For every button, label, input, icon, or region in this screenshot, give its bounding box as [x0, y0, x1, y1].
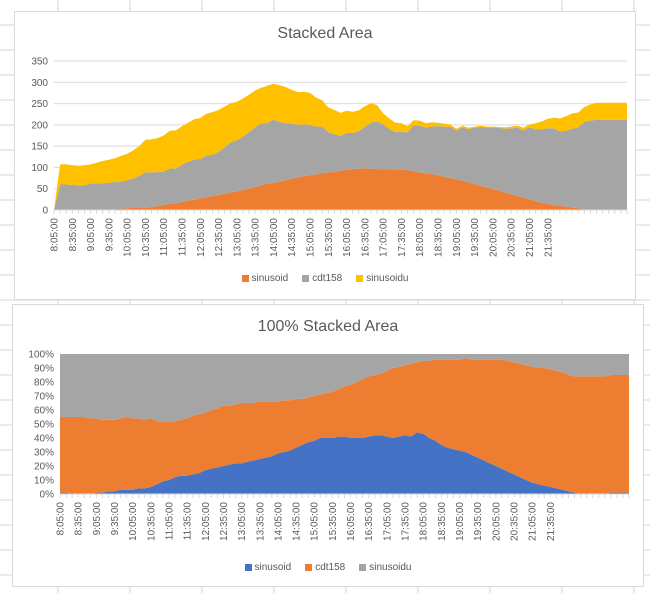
y-tick-label: 80% — [34, 378, 54, 389]
x-tick-label: 21:05:00 — [525, 218, 536, 257]
x-tick-label: 12:05:00 — [201, 502, 212, 541]
y-tick-label: 150 — [31, 142, 48, 153]
y-tick-label: 100% — [28, 350, 54, 361]
legend-swatch — [305, 564, 313, 571]
x-tick-label: 14:35:00 — [292, 502, 303, 541]
legend-item-cdt158: cdt158 — [302, 273, 342, 284]
y-tick-label: 50 — [37, 184, 49, 195]
x-tick-label: 21:35:00 — [543, 218, 554, 257]
x-tick-label: 8:35:00 — [68, 218, 79, 252]
legend-label: sinusoid — [254, 562, 292, 573]
y-tick-label: 30% — [34, 448, 54, 459]
legend-item-sinusoidu: sinusoidu — [359, 562, 412, 573]
x-tick-label: 20:35:00 — [510, 502, 521, 541]
x-tick-label: 19:05:00 — [455, 502, 466, 541]
legend-swatch — [356, 275, 364, 282]
x-tick-label: 9:05:00 — [92, 502, 103, 536]
legend-item-sinusoidu: sinusoidu — [356, 273, 409, 284]
legend-label: sinusoidu — [366, 273, 409, 284]
x-tick-label: 9:35:00 — [110, 502, 121, 536]
y-tick-label: 40% — [34, 434, 54, 445]
y-tick-label: 300 — [31, 78, 48, 89]
x-tick-label: 17:35:00 — [397, 218, 408, 257]
x-tick-label: 11:05:00 — [165, 502, 176, 541]
x-tick-label: 19:35:00 — [470, 218, 481, 257]
y-tick-label: 100 — [31, 163, 48, 174]
legend-label: sinusoid — [251, 273, 289, 284]
x-tick-label: 18:05:00 — [415, 218, 426, 257]
x-tick-label: 13:05:00 — [232, 218, 243, 257]
x-tick-label: 9:05:00 — [86, 218, 97, 252]
y-tick-label: 250 — [31, 99, 48, 110]
x-tick-label: 14:05:00 — [269, 218, 280, 257]
legend-swatch — [241, 275, 249, 282]
percent-stacked-area-chart[interactable]: 100% Stacked Area 0% 10% 20% 30% 40% 50% 60% 70… — [12, 304, 644, 587]
x-tick-label: 8:05:00 — [56, 502, 67, 536]
x-tick-label: 8:35:00 — [74, 502, 85, 536]
x-tick-label: 14:35:00 — [287, 218, 298, 257]
legend-label: sinusoidu — [369, 562, 412, 573]
y-tick-label: 60% — [34, 406, 54, 417]
x-tick-label: 20:05:00 — [488, 218, 499, 257]
x-tick-label: 12:35:00 — [214, 218, 225, 257]
legend-item-sinusoid: sinusoid — [244, 562, 292, 573]
x-tick-label: 11:35:00 — [183, 502, 194, 541]
y-tick-label: 90% — [34, 364, 54, 375]
x-tick-label: 9:35:00 — [104, 218, 115, 252]
x-tick-label: 16:05:00 — [342, 218, 353, 257]
x-tick-label: 21:35:00 — [546, 502, 557, 541]
x-tick-label: 10:05:00 — [128, 502, 139, 541]
x-tick-label: 18:35:00 — [437, 502, 448, 541]
percent-stacked-area-plot: 0% 10% 20% 30% 40% 50% 60% 70% 80% 90% 100% 8:05:00… — [28, 350, 630, 541]
x-tick-label: 15:05:00 — [306, 218, 317, 257]
x-tick-label: 16:05:00 — [346, 502, 357, 541]
legend-swatch — [244, 564, 252, 571]
x-tick-label: 19:35:00 — [473, 502, 484, 541]
x-tick-label: 21:05:00 — [528, 502, 539, 541]
y-tick-label: 10% — [34, 476, 54, 487]
x-tick-label: 17:05:00 — [379, 218, 390, 257]
stacked-area-chart[interactable]: Stacked Area 0 50 100 150 200 250 300 350 8:05:0… — [14, 11, 636, 300]
x-tick-label: 18:05:00 — [419, 502, 430, 541]
x-tick-label: 10:35:00 — [141, 218, 152, 257]
x-tick-label: 13:35:00 — [251, 218, 262, 257]
x-tick-label: 13:35:00 — [255, 502, 266, 541]
y-tick-label: 20% — [34, 462, 54, 473]
chart-legend: sinusoid cdt158 sinusoidu — [15, 273, 635, 284]
legend-swatch — [359, 564, 367, 571]
legend-swatch — [302, 275, 310, 282]
x-tick-label: 10:35:00 — [146, 502, 157, 541]
y-tick-label: 350 — [31, 57, 48, 68]
x-tick-label: 13:05:00 — [237, 502, 248, 541]
x-tick-label: 20:35:00 — [507, 218, 518, 257]
x-tick-label: 8:05:00 — [50, 218, 61, 252]
legend-label: cdt158 — [315, 562, 346, 573]
stacked-area-plot: 0 50 100 150 200 250 300 350 8:05:00 8:35:00 9:05:… — [31, 57, 628, 257]
y-tick-label: 70% — [34, 392, 54, 403]
x-tick-label: 17:05:00 — [382, 502, 393, 541]
x-tick-label: 20:05:00 — [491, 502, 502, 541]
x-tick-label: 15:35:00 — [328, 502, 339, 541]
x-tick-label: 16:35:00 — [360, 218, 371, 257]
legend-label: cdt158 — [312, 273, 343, 284]
y-tick-label: 200 — [31, 120, 48, 131]
x-tick-label: 18:35:00 — [434, 218, 445, 257]
x-tick-label: 11:35:00 — [178, 218, 189, 257]
x-tick-label: 19:05:00 — [452, 218, 463, 257]
x-tick-label: 12:05:00 — [196, 218, 207, 257]
x-tick-label: 15:35:00 — [324, 218, 335, 257]
x-tick-label: 16:35:00 — [364, 502, 375, 541]
legend-item-cdt158: cdt158 — [305, 562, 345, 573]
y-tick-label: 0% — [40, 490, 55, 501]
chart-legend: sinusoid cdt158 sinusoidu — [13, 562, 643, 573]
x-tick-label: 10:05:00 — [123, 218, 134, 257]
y-tick-label: 50% — [34, 420, 54, 431]
x-tick-label: 17:35:00 — [401, 502, 412, 541]
legend-item-sinusoid: sinusoid — [241, 273, 289, 284]
y-tick-label: 0 — [42, 206, 48, 217]
x-tick-label: 12:35:00 — [219, 502, 230, 541]
x-tick-label: 11:05:00 — [159, 218, 170, 257]
x-tick-label: 14:05:00 — [273, 502, 284, 541]
x-tick-label: 15:05:00 — [310, 502, 321, 541]
